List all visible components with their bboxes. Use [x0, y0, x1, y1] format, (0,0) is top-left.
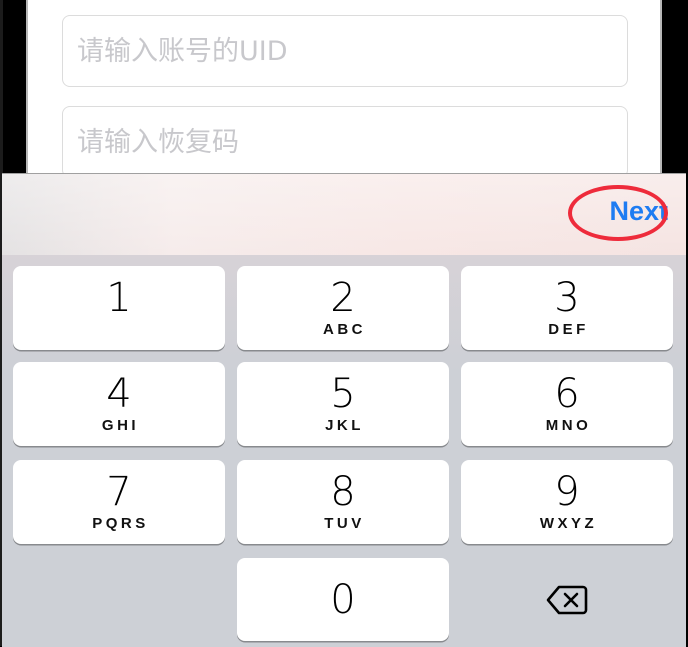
key-letters: MNO — [545, 417, 592, 434]
key-4[interactable]: 4 GHI — [13, 362, 225, 446]
key-letters: WXYZ — [539, 515, 598, 532]
key-2[interactable]: 2 ABC — [237, 266, 449, 350]
key-digit: 1 — [106, 275, 132, 321]
delete-key[interactable] — [461, 558, 673, 641]
key-3[interactable]: 3 DEF — [461, 266, 673, 350]
key-digit: 0 — [330, 577, 356, 623]
key-5[interactable]: 5 JKL — [237, 362, 449, 446]
uid-field[interactable] — [62, 15, 628, 87]
key-6[interactable]: 6 MNO — [461, 362, 673, 446]
keyboard-accessory-bar — [2, 174, 686, 255]
key-1[interactable]: 1 — [13, 266, 225, 350]
key-digit: 4 — [106, 371, 132, 417]
key-letters: ABC — [323, 321, 366, 338]
next-button[interactable]: Next — [609, 196, 668, 227]
backspace-icon — [546, 585, 588, 614]
key-letters: JKL — [325, 417, 364, 434]
key-digit: 7 — [106, 469, 132, 515]
key-8[interactable]: 8 TUV — [237, 460, 449, 544]
key-letters: GHI — [101, 417, 140, 434]
recovery-code-input[interactable] — [63, 107, 627, 177]
key-letters: PQRS — [92, 515, 149, 532]
recovery-code-field[interactable] — [62, 106, 628, 178]
recovery-form-panel — [26, 0, 662, 180]
key-letters: TUV — [324, 515, 365, 532]
key-digit: 8 — [330, 469, 356, 515]
numeric-keyboard: Next 1 2 ABC 3 DEF 4 GHI 5 JKL 6 MNO 7 P… — [2, 173, 686, 647]
key-9[interactable]: 9 WXYZ — [461, 460, 673, 544]
key-digit: 2 — [330, 275, 356, 321]
key-digit: 3 — [554, 275, 580, 321]
key-digit: 9 — [554, 469, 580, 515]
key-digit: 5 — [330, 371, 356, 417]
key-digit: 6 — [554, 371, 580, 417]
key-7[interactable]: 7 PQRS — [13, 460, 225, 544]
key-0[interactable]: 0 — [237, 558, 449, 641]
key-letters: DEF — [548, 321, 589, 338]
uid-input[interactable] — [63, 16, 627, 86]
